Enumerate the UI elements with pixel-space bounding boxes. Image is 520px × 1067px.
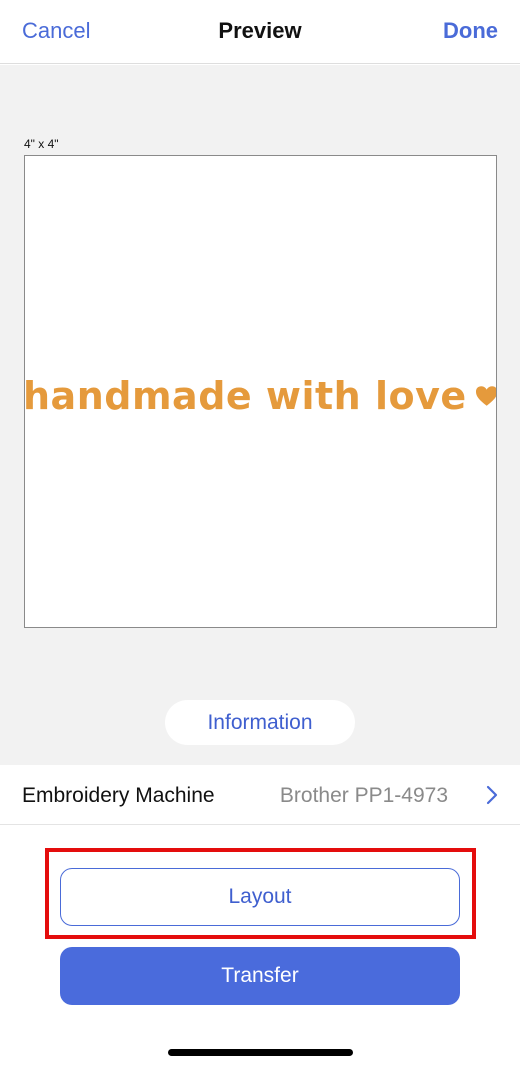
hoop-size-label: 4" x 4" (24, 137, 59, 151)
preview-area: 4" x 4" handmade with love Information (0, 65, 520, 765)
transfer-button[interactable]: Transfer (60, 947, 460, 1005)
machine-value: Brother PP1-4973 (279, 784, 448, 807)
embroidery-design: handmade with love (24, 366, 496, 426)
machine-label: Embroidery Machine (22, 784, 215, 807)
navigation-bar: Cancel Preview Done (0, 0, 520, 64)
heart-icon (475, 386, 496, 406)
layout-button[interactable]: Layout (60, 868, 460, 926)
embroidery-canvas: handmade with love (24, 155, 497, 628)
home-indicator (168, 1049, 353, 1056)
page-title: Preview (218, 18, 302, 43)
done-button[interactable]: Done (443, 18, 498, 44)
design-text: handmade with love (24, 374, 467, 418)
embroidery-machine-row[interactable]: Embroidery Machine Brother PP1-4973 (0, 765, 520, 825)
preview-screen: Cancel Preview Done 4" x 4" handmade wit… (0, 0, 520, 1067)
chevron-right-icon (486, 785, 498, 805)
information-button[interactable]: Information (165, 700, 355, 745)
